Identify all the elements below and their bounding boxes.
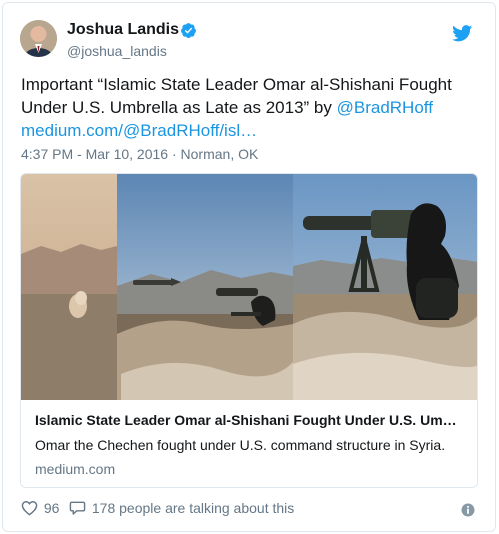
tweet-meta: 4:37 PM - Mar 10, 2016 · Norman, OK [21,146,259,162]
comment-icon [69,501,86,515]
tweet-location[interactable]: Norman, OK [181,146,259,162]
tweet-timestamp[interactable]: 4:37 PM - Mar 10, 2016 [21,146,168,162]
author-avatar[interactable] [20,20,57,57]
mention-link[interactable]: @BradRHoff [337,98,433,117]
tweet-text: Important “Islamic State Leader Omar al-… [21,73,491,142]
conversation-button[interactable]: 178 people are talking about this [69,500,294,516]
talking-count: 178 people are talking about this [91,500,295,516]
card-image [21,174,477,400]
card-description: Omar the Chechen fought under U.S. comma… [35,437,446,453]
info-icon[interactable] [461,503,475,517]
twitter-bird-icon[interactable] [452,25,473,42]
author-name[interactable]: Joshua Landis [67,21,179,39]
card-domain: medium.com [35,461,116,477]
tweet-url-link[interactable]: medium.com/@BradRHoff/isl… [21,121,257,140]
tweet-embed: Joshua Landis @joshua_landis Important “… [2,2,496,532]
card-title[interactable]: Islamic State Leader Omar al-Shishani Fo… [35,412,457,428]
link-card[interactable]: Islamic State Leader Omar al-Shishani Fo… [20,173,478,488]
heart-icon [21,501,38,516]
author-handle[interactable]: @joshua_landis [67,43,167,59]
like-button[interactable]: 96 [21,500,59,516]
like-count: 96 [43,500,60,516]
verified-badge-icon [181,23,196,38]
card-body: Islamic State Leader Omar al-Shishani Fo… [21,400,477,487]
